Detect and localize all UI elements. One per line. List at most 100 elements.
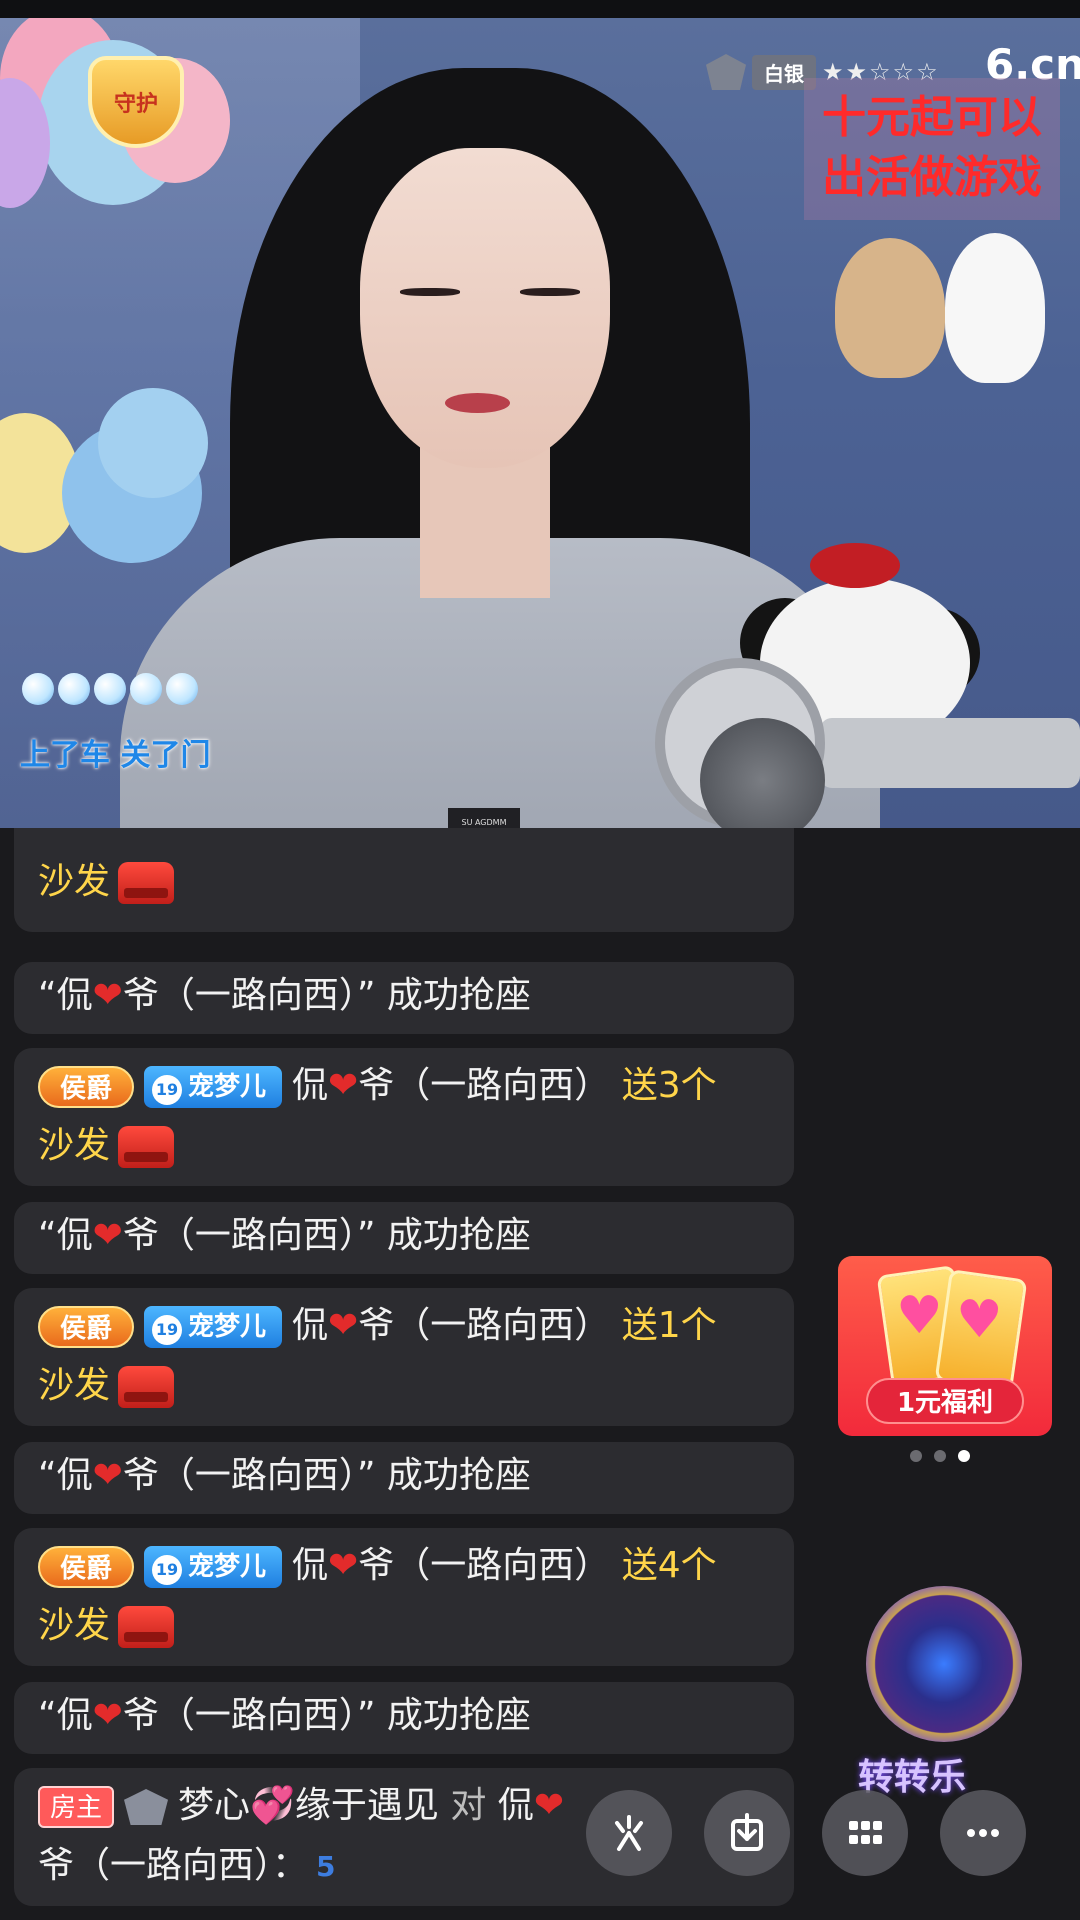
username-pre: 梦心 [178,1785,251,1826]
seat-text-pre: “侃 [38,1215,93,1256]
fan-level: 19 [152,1315,183,1345]
fan-badge[interactable]: 19 宠梦儿 [144,1546,283,1588]
noble-title-badge[interactable]: 侯爵 [38,1066,135,1108]
guard-badge-label: 守护 [113,92,158,117]
chat-message: 侯爵 19 宠梦儿 侃❤爷（一路向西） 送3个 沙发 [14,1048,794,1186]
streamer-face [360,148,610,468]
heart-icon: ❤ [92,1215,123,1256]
chat-feed[interactable]: 沙发 “侃❤爷（一路向西）” 成功抢座 侯爵 19 宠梦儿 侃❤爷（一路向西） 送3个… [0,828,820,1920]
noble-title-badge[interactable]: 侯爵 [38,1306,135,1348]
streamer-eye-right [520,288,580,296]
mic-arm [820,718,1080,788]
username[interactable]: 梦心💞缘于遇见 [178,1785,439,1826]
username[interactable]: 侃❤爷（一路向西） [292,1065,610,1106]
user-rank-icon [124,1789,169,1825]
heart-icon: ❤ [533,1785,564,1826]
streamer-lips [445,393,510,413]
hearts-icon: 💞 [250,1785,295,1826]
pager-dot[interactable] [910,1450,922,1462]
banner-pager[interactable] [910,1450,970,1462]
chat-message: “侃❤爷（一路向西）” 成功抢座 [14,1202,794,1274]
gift-item: 沙发 [38,1125,111,1166]
bear-sticker [835,238,945,378]
seat-text-post: 爷（一路向西）” 成功抢座 [122,975,531,1016]
chat-message: 侯爵 19 宠梦儿 侃❤爷（一路向西） 送4个 沙发 [14,1528,794,1666]
heart-icon: ❤ [92,975,123,1016]
seat-text-pre: “侃 [38,975,93,1016]
lyric-progress [22,673,198,705]
heart-icon: ❤ [328,1545,359,1586]
vip-level-icon: 5 [316,1850,336,1883]
rank-icon [706,54,746,90]
heart-icon: ❤ [328,1305,359,1346]
username-pre: 侃 [292,1305,329,1346]
live-video[interactable]: SU AGDMM 守护 白银 ★★☆☆☆ 6.cn 十元起可以 出活做游戏 上了… [0,18,1080,828]
menu-grid-button[interactable] [822,1790,908,1876]
chat-message: “侃❤爷（一路向西）” 成功抢座 [14,1682,794,1754]
speech-to: 对 [450,1785,487,1826]
download-icon [731,1813,763,1851]
target-user[interactable]: 侃❤ [498,1785,564,1826]
seat-text-post: 爷（一路向西）” 成功抢座 [122,1695,531,1736]
welfare-banner[interactable]: ♥ ♥ 1元福利 [838,1256,1052,1436]
heart-icon: ❤ [92,1695,123,1736]
clipped-line [38,828,770,852]
fan-badge[interactable]: 19 宠梦儿 [144,1306,283,1348]
gift-action: 送3个 [621,1065,717,1106]
username-pre: 侃 [292,1545,329,1586]
status-bar [0,0,1080,18]
chat-message: 侯爵 19 宠梦儿 侃❤爷（一路向西） 送1个 沙发 [14,1288,794,1426]
username-post: 爷（一路向西） [358,1545,611,1586]
pager-dot-active[interactable] [958,1450,970,1462]
lucky-wheel-icon[interactable] [866,1586,1022,1742]
chat-message: 房主 梦心💞缘于遇见 对 侃❤ 爷（一路向西）： 5 [14,1768,794,1906]
username-post: 缘于遇见 [294,1785,439,1826]
username-post: 爷（一路向西） [358,1305,611,1346]
seat-text-post: 爷（一路向西）” 成功抢座 [122,1455,531,1496]
username-pre: 侃 [292,1065,329,1106]
username[interactable]: 侃❤爷（一路向西） [292,1545,610,1586]
sofa-icon [118,1366,175,1408]
username[interactable]: 侃❤爷（一路向西） [292,1305,610,1346]
username-post: 爷（一路向西） [358,1065,611,1106]
shirt-tag: SU AGDMM [448,808,520,828]
balloon-blue-3 [98,388,208,498]
pager-dot[interactable] [934,1450,946,1462]
download-button[interactable] [704,1790,790,1876]
target-post: 爷（一路向西）： [38,1845,309,1886]
guard-badge[interactable]: 守护 [88,56,184,148]
chat-message: “侃❤爷（一路向西）” 成功抢座 [14,1442,794,1514]
promo-banner: 十元起可以 出活做游戏 [804,78,1060,220]
sofa-icon [118,862,175,904]
sofa-icon [118,1606,175,1648]
heart-icon: ❤ [328,1065,359,1106]
fan-name: 宠梦儿 [188,1072,267,1102]
gift-action: 送1个 [621,1305,717,1346]
noble-title-badge[interactable]: 侯爵 [38,1546,135,1588]
welfare-label: 1元福利 [866,1378,1024,1424]
heart-icon: ❤ [92,1455,123,1496]
sparkle-icon [615,1815,643,1851]
fan-name: 宠梦儿 [188,1312,267,1342]
promo-line-2: 出活做游戏 [822,152,1042,203]
lyric-dot [58,673,90,705]
lyric-dot [22,673,54,705]
grid-icon [849,1821,882,1844]
share-button[interactable] [586,1790,672,1876]
target-pre: 侃 [497,1785,534,1826]
seat-text-post: 爷（一路向西）” 成功抢座 [122,1215,531,1256]
chat-message: 沙发 [14,828,794,932]
promo-line-1: 十元起可以 [822,92,1042,143]
toy-bow [810,543,900,588]
fan-badge[interactable]: 19 宠梦儿 [144,1066,283,1108]
gift-item: 沙发 [38,1605,111,1646]
more-button[interactable] [940,1790,1026,1876]
lyric-dot [130,673,162,705]
gift-item: 沙发 [38,861,111,902]
lyric-dot [166,673,198,705]
heart-icon: ♥ [896,1286,943,1346]
bunny-sticker [945,233,1045,383]
gift-action: 送4个 [621,1545,717,1586]
fan-level: 19 [152,1075,183,1105]
streamer-eye-left [400,288,460,296]
